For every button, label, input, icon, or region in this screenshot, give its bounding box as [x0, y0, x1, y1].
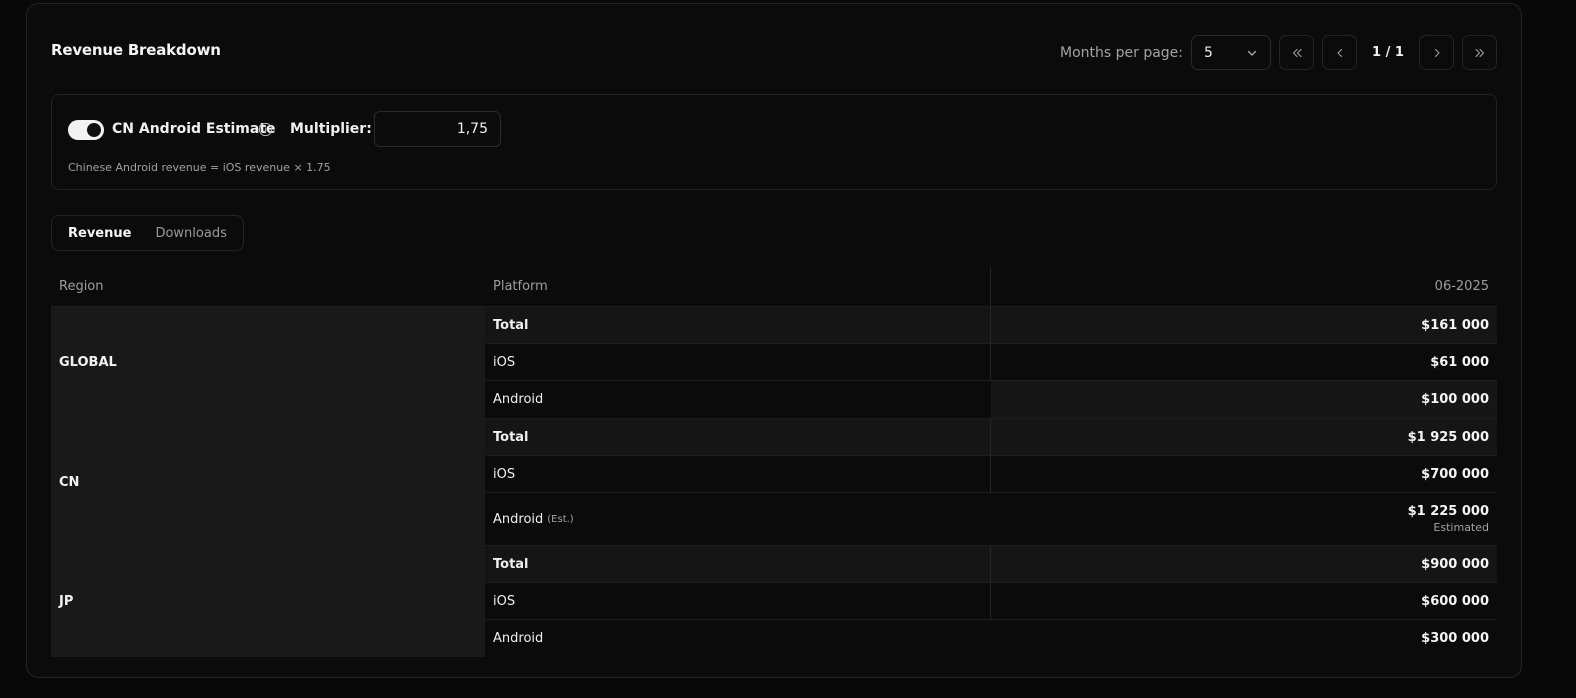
table-row: Android $100 000 [485, 381, 1497, 418]
months-per-page-label: Months per page: [1059, 44, 1183, 61]
pagination-bar: Months per page: 5 1 / 1 [1060, 35, 1497, 70]
last-page-button[interactable] [1462, 35, 1497, 70]
chevrons-right-icon [1474, 48, 1484, 57]
multiplier-input[interactable] [374, 111, 501, 147]
revenue-breakdown-card: Revenue Breakdown Months per page: 5 1 /… [26, 3, 1522, 678]
cn-android-estimate-panel: CN Android Estimate Multiplier: Chinese … [51, 94, 1497, 190]
revenue-table: Region Platform 06-2025 GLOBAL Total $16… [51, 267, 1497, 657]
chevrons-left-icon [1292, 48, 1302, 57]
value-text: $161 000 [1421, 317, 1489, 333]
value-cell: $100 000 [991, 381, 1497, 418]
table-row: Android (Est.) $1 225 000 Estimated [485, 493, 1497, 545]
region-group-jp: JP Total $900 000 iOS $600 000 Android $… [51, 546, 1497, 657]
table-row: Android $300 000 [485, 620, 1497, 657]
cn-android-estimate-toggle[interactable] [68, 120, 104, 140]
multiplier-label: Multiplier: [290, 121, 372, 137]
value-text: $700 000 [1421, 466, 1489, 482]
value-text: $1 225 000 [1407, 504, 1489, 519]
column-header-region: Region [59, 279, 104, 294]
value-text: $600 000 [1421, 593, 1489, 609]
region-cell: JP [51, 546, 485, 657]
value-cell: $1 225 000 Estimated [991, 493, 1497, 545]
tab-revenue[interactable]: Revenue [56, 226, 143, 241]
value-text: $100 000 [1421, 392, 1489, 407]
column-header-month: 06-2025 [1434, 279, 1489, 294]
platform-cell: iOS [485, 456, 991, 492]
months-per-page-select[interactable]: 5 [1191, 35, 1271, 70]
value-text: $900 000 [1421, 556, 1489, 572]
value-cell: $300 000 [991, 620, 1497, 657]
platform-text: Android [493, 511, 544, 527]
table-header: Region Platform 06-2025 [51, 267, 1497, 307]
tab-downloads[interactable]: Downloads [143, 226, 238, 241]
chevron-left-icon [1336, 48, 1342, 57]
value-cell: $61 000 [991, 344, 1497, 380]
page-title: Revenue Breakdown [51, 41, 221, 59]
table-row: Total $900 000 [485, 546, 1497, 583]
region-cell: CN [51, 419, 485, 545]
value-cell: $600 000 [991, 583, 1497, 619]
info-icon[interactable] [258, 122, 273, 137]
platform-cell: iOS [485, 344, 991, 380]
platform-cell: Total [485, 307, 991, 343]
estimated-note: Estimated [1433, 521, 1489, 534]
page-indicator: 1 / 1 [1372, 45, 1404, 60]
value-cell: $1 925 000 [991, 419, 1497, 455]
first-page-button[interactable] [1279, 35, 1314, 70]
table-row: iOS $600 000 [485, 583, 1497, 620]
column-header-platform: Platform [485, 267, 991, 306]
chevron-right-icon [1434, 48, 1440, 57]
value-cell: $161 000 [991, 307, 1497, 343]
value-cell: $700 000 [991, 456, 1497, 492]
table-row: Total $161 000 [485, 307, 1497, 344]
platform-cell: iOS [485, 583, 991, 619]
table-row: iOS $61 000 [485, 344, 1497, 381]
estimated-tag: (Est.) [547, 513, 574, 525]
value-cell: $900 000 [991, 546, 1497, 582]
table-row: Total $1 925 000 [485, 419, 1497, 456]
platform-cell: Total [485, 419, 991, 455]
months-per-page-value: 5 [1204, 44, 1213, 61]
next-page-button[interactable] [1419, 35, 1454, 70]
platform-cell: Total [485, 546, 991, 582]
table-row: iOS $700 000 [485, 456, 1497, 493]
region-group-cn: CN Total $1 925 000 iOS $700 000 Android… [51, 419, 1497, 546]
prev-page-button[interactable] [1322, 35, 1357, 70]
value-text: $300 000 [1421, 631, 1489, 646]
cn-android-estimate-label: CN Android Estimate [112, 121, 276, 137]
region-group-global: GLOBAL Total $161 000 iOS $61 000 Androi… [51, 307, 1497, 419]
platform-cell: Android [493, 631, 544, 646]
chevron-down-icon [1247, 50, 1257, 56]
region-cell: GLOBAL [51, 307, 485, 418]
value-text: $61 000 [1430, 354, 1489, 370]
estimate-formula-note: Chinese Android revenue = iOS revenue × … [68, 161, 331, 174]
platform-cell: Android [493, 392, 544, 407]
value-text: $1 925 000 [1407, 429, 1489, 445]
platform-cell: Android (Est.) [485, 493, 991, 545]
toggle-knob [87, 123, 101, 137]
metric-tabs: Revenue Downloads [51, 215, 244, 251]
